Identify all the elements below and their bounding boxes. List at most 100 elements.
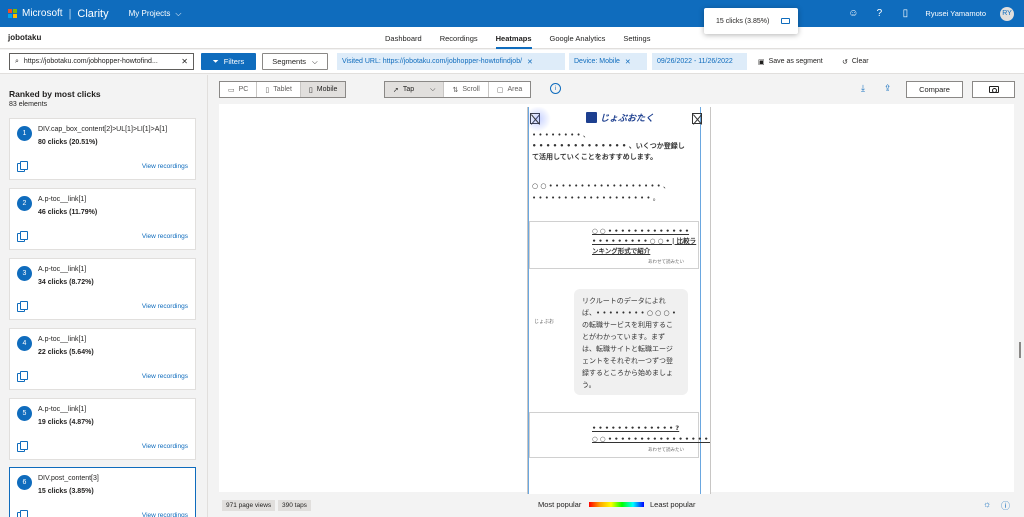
copy-icon[interactable] (17, 231, 28, 242)
copy-icon[interactable] (17, 441, 28, 452)
view-recordings-link[interactable]: View recordings (142, 373, 188, 380)
area-icon: ▢ (496, 86, 504, 94)
document-icon[interactable]: ▯ (899, 8, 911, 20)
device-mobile-button[interactable]: ▯ Mobile (300, 82, 346, 97)
help-icon[interactable]: ? (873, 8, 885, 20)
related-article-title[interactable]: ○ ○ • • • • • • • • • • • • • • • • • • (592, 434, 710, 444)
view-recordings-link[interactable]: View recordings (142, 163, 188, 170)
chip-visited-url[interactable]: Visited URL: https://jobotaku.com/jobhop… (337, 53, 565, 70)
download-icon[interactable]: ⤓ (861, 83, 865, 94)
tab-settings[interactable]: Settings (623, 27, 650, 49)
mobile-page-preview[interactable]: じょぶおたく • • • • • • • • 、 • • • • • • • •… (527, 107, 711, 497)
view-recordings-link[interactable]: View recordings (142, 233, 188, 240)
rank-badge: 2 (17, 196, 32, 211)
screenshot-button[interactable] (972, 81, 1015, 98)
project-name: jobotaku (8, 33, 42, 42)
copy-icon[interactable] (17, 301, 28, 312)
camera-icon (988, 86, 999, 93)
site-header: じょぶおたく (528, 107, 710, 132)
compare-button[interactable]: Compare (906, 81, 963, 98)
save-icon: ▣ (758, 58, 765, 66)
tab-dashboard[interactable]: Dashboard (385, 27, 422, 49)
user-name[interactable]: Ryusei Yamamoto (925, 9, 986, 18)
avatar[interactable]: RY (1000, 6, 1014, 21)
chip-visited-url-label: Visited URL: https://jobotaku.com/jobhop… (342, 58, 523, 65)
related-article-title[interactable]: ○ ○ • • • • • • • • • • • • • (592, 226, 689, 236)
tab-recordings[interactable]: Recordings (440, 27, 478, 49)
feedback-smiley-icon[interactable]: ☺ (847, 8, 859, 20)
mode-tap-label: Tap (402, 86, 415, 93)
chip-date-range[interactable]: 09/26/2022 - 11/26/2022 (652, 53, 747, 70)
tab-heatmaps[interactable]: Heatmaps (495, 27, 532, 49)
ranked-element-card[interactable]: 4 A.p-toc__link[1] 22 clicks (5.64%) Vie… (9, 328, 196, 390)
share-icon[interactable]: ⇪ (884, 83, 892, 94)
segments-dropdown[interactable]: Segments ⌵ (262, 53, 328, 70)
bubble-text: ェントをそれぞれ一つずつ登 (582, 357, 673, 365)
element-clicks: 34 clicks (8.72%) (38, 279, 94, 286)
ranked-element-card[interactable]: 2 A.p-toc__link[1] 46 clicks (11.79%) Vi… (9, 188, 196, 250)
project-nav: jobotaku Dashboard Recordings Heatmaps G… (0, 27, 1024, 49)
element-selector: A.p-toc__link[1] (38, 336, 87, 343)
ranked-element-card[interactable]: 5 A.p-toc__link[1] 19 clicks (4.87%) Vie… (9, 398, 196, 460)
info-icon[interactable]: ⓘ (1001, 499, 1010, 512)
mode-switcher: ➚ Tap ⌵ ⇅ Scroll ▢ Area (384, 81, 532, 98)
bubble-text: リクルートのデータによれ (582, 297, 666, 305)
mode-area-button[interactable]: ▢ Area (489, 82, 530, 97)
site-logo[interactable]: じょぶおたく (586, 111, 654, 124)
mode-tap-button[interactable]: ➚ Tap ⌵ (385, 82, 445, 97)
related-article-card[interactable]: • • • • • • • • • • • • • ? ○ ○ • • • • … (529, 412, 710, 458)
broken-image-icon (692, 113, 702, 124)
filters-button[interactable]: ⏷ Filters (201, 53, 256, 70)
copy-icon[interactable] (17, 510, 28, 517)
ranked-element-card-selected[interactable]: 6 DIV.post_content[3] 15 clicks (3.85%) … (9, 467, 196, 517)
device-pc-label: PC (238, 86, 249, 93)
close-icon[interactable]: ✕ (625, 58, 631, 66)
filter-funnel-icon: ⏷ (212, 56, 219, 66)
related-article-title[interactable]: • • • • • • • • • ○ ○ • | 比較ラ (592, 236, 696, 246)
element-selector: A.p-toc__link[1] (38, 266, 87, 273)
microsoft-logo-icon (8, 9, 17, 18)
canvas-scrollbar[interactable] (1019, 342, 1021, 358)
related-article-card[interactable]: ○ ○ • • • • • • • • • • • • • • • • • • … (529, 221, 699, 269)
clear-filters-button[interactable]: ↺ Clear (842, 53, 869, 70)
clarity-logo[interactable]: Microsoft | Clarity (8, 8, 109, 20)
speaker-name: じょぶお (534, 319, 555, 325)
copy-icon[interactable] (17, 371, 28, 382)
close-icon[interactable]: ✕ (527, 58, 533, 66)
chip-device[interactable]: Device: Mobile ✕ (569, 53, 647, 70)
ranked-element-card[interactable]: 3 A.p-toc__link[1] 34 clicks (8.72%) Vie… (9, 258, 196, 320)
sun-icon[interactable]: ☼ (983, 499, 991, 509)
taps-badge: 390 taps (278, 500, 311, 511)
body-text: • • • • • • • • 、 (532, 131, 590, 139)
legend-least-popular: Least popular (650, 500, 696, 509)
recording-camera-icon[interactable] (781, 18, 790, 24)
view-recordings-link[interactable]: View recordings (142, 443, 188, 450)
device-pc-button[interactable]: ▭ PC (220, 82, 258, 97)
view-recordings-link[interactable]: View recordings (142, 303, 188, 310)
info-icon[interactable]: i (550, 83, 561, 94)
clear-search-icon[interactable]: ✕ (181, 57, 188, 66)
filter-bar: ⌕ https://jobotaku.com/jobhopper-howtofi… (0, 50, 1024, 74)
chevron-down-icon: ⌵ (430, 85, 436, 93)
save-segment-button[interactable]: ▣ Save as segment (758, 53, 823, 70)
my-projects-dropdown[interactable]: My Projects ⌵ (129, 9, 182, 19)
search-icon: ⌕ (15, 57, 19, 65)
tab-google-analytics[interactable]: Google Analytics (550, 27, 606, 49)
undo-icon: ↺ (842, 58, 848, 66)
device-tablet-button[interactable]: ▯ Tablet (257, 82, 301, 97)
copy-icon[interactable] (17, 161, 28, 172)
mode-scroll-button[interactable]: ⇅ Scroll (444, 82, 489, 97)
heatmap-toolbar: ▭ PC ▯ Tablet ▯ Mobile ➚ Tap ⌵ ⇅ Scroll ▢ Area … (208, 75, 1024, 103)
view-recordings-link[interactable]: View recordings (142, 512, 188, 517)
brand-name: Microsoft (22, 8, 63, 19)
device-tablet-label: Tablet (273, 86, 292, 93)
url-search-input[interactable]: ⌕ https://jobotaku.com/jobhopper-howtofi… (9, 53, 194, 70)
related-note: あわせて読みたい (648, 448, 684, 453)
ranked-element-card[interactable]: 1 DIV.cap_box_content[2]>UL[1]>LI[1]>A[1… (9, 118, 196, 180)
element-clicks: 46 clicks (11.79%) (38, 209, 98, 216)
related-article-title[interactable]: ンキング形式で紹介 (592, 246, 650, 256)
monitor-icon: ▭ (228, 86, 235, 94)
legend-most-popular: Most popular (538, 500, 582, 509)
chip-device-label: Device: Mobile (574, 58, 620, 65)
related-article-title[interactable]: • • • • • • • • • • • • • ? (592, 423, 679, 433)
